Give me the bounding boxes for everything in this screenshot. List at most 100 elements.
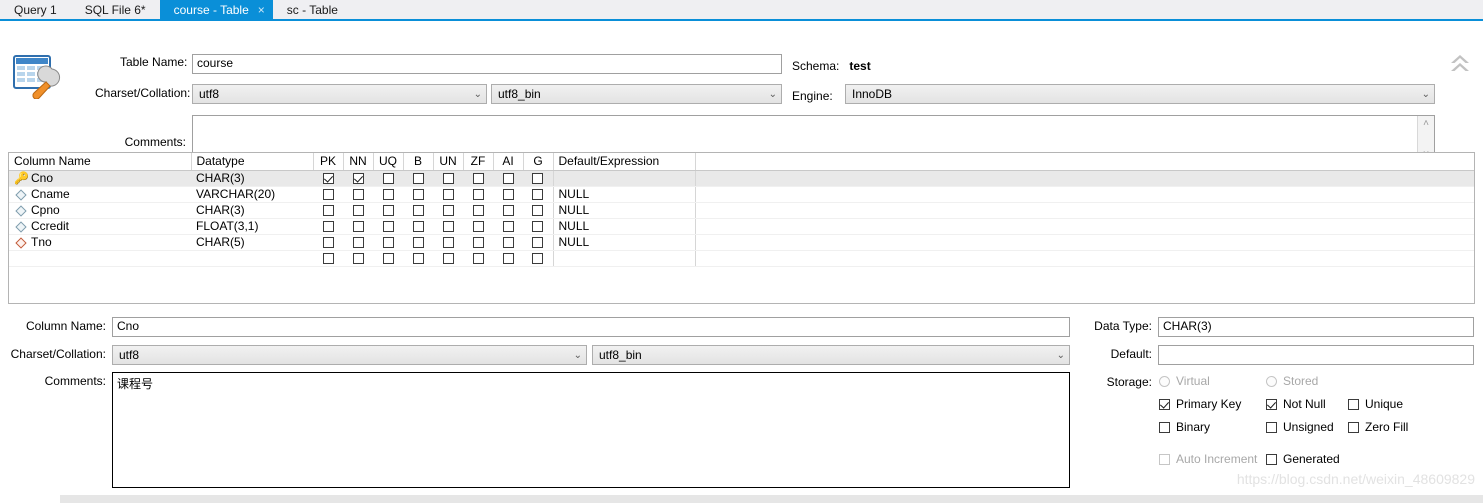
checkbox-ai[interactable]: [502, 173, 514, 185]
header-default-expression[interactable]: Default/Expression: [552, 153, 696, 171]
cell-flag-ai[interactable]: [493, 218, 523, 235]
option-generated[interactable]: Generated: [1266, 452, 1340, 466]
checkbox-uq[interactable]: [382, 173, 394, 185]
cell-flag-zf[interactable]: [463, 202, 493, 219]
cell-column-name[interactable]: 🔑 Cno: [9, 170, 191, 187]
table-collation-select[interactable]: utf8_bin ⌄: [491, 84, 782, 104]
radio-virtual[interactable]: [1159, 375, 1170, 387]
checkbox-zf[interactable]: [472, 189, 484, 201]
checkbox-nn[interactable]: [352, 205, 364, 217]
cell-datatype[interactable]: CHAR(5): [191, 234, 313, 251]
detail-column-name-input[interactable]: Cno: [112, 317, 1070, 337]
checkbox-unique[interactable]: [1348, 398, 1359, 410]
option-primary-key[interactable]: Primary Key: [1159, 397, 1241, 411]
option-stored[interactable]: Stored: [1266, 374, 1318, 388]
table-row[interactable]: 🔑 Cno CHAR(3): [9, 170, 1474, 187]
checkbox-zf[interactable]: [472, 237, 484, 249]
checkbox-auto-increment[interactable]: [1159, 453, 1170, 465]
cell-default-expression[interactable]: NULL: [552, 202, 696, 219]
chevron-double-up-icon[interactable]: [1447, 51, 1473, 75]
cell-flag-un[interactable]: [433, 170, 463, 187]
checkbox-nn[interactable]: [352, 173, 364, 185]
checkbox-b[interactable]: [412, 221, 424, 233]
checkbox-g[interactable]: [532, 221, 544, 233]
checkbox-zf[interactable]: [472, 253, 484, 265]
header-zf[interactable]: ZF: [463, 153, 494, 171]
checkbox-nn[interactable]: [352, 253, 364, 265]
cell-datatype[interactable]: CHAR(3): [191, 202, 313, 219]
checkbox-uq[interactable]: [382, 189, 394, 201]
checkbox-pk[interactable]: [322, 205, 334, 217]
table-name-input[interactable]: course: [192, 54, 782, 74]
checkbox-not-null[interactable]: [1266, 398, 1277, 410]
option-virtual[interactable]: Virtual: [1159, 374, 1210, 388]
cell-default-expression[interactable]: [552, 170, 696, 187]
detail-charset-select[interactable]: utf8 ⌄: [112, 345, 587, 365]
header-b[interactable]: B: [403, 153, 434, 171]
table-row[interactable]: Tno CHAR(5) NULL: [9, 234, 1474, 251]
cell-flag-b[interactable]: [403, 218, 433, 235]
cell-flag-un[interactable]: [433, 218, 463, 235]
cell-column-name[interactable]: [9, 250, 191, 267]
checkbox-nn[interactable]: [352, 221, 364, 233]
cell-flag-ai[interactable]: [493, 186, 523, 203]
cell-flag-un[interactable]: [433, 250, 463, 267]
cell-default-expression[interactable]: NULL: [552, 218, 696, 235]
checkbox-un[interactable]: [442, 253, 454, 265]
cell-flag-un[interactable]: [433, 234, 463, 251]
cell-datatype[interactable]: FLOAT(3,1): [191, 218, 313, 235]
header-column-name[interactable]: Column Name: [9, 153, 192, 171]
cell-default-expression[interactable]: [552, 250, 696, 267]
cell-flag-g[interactable]: [523, 218, 553, 235]
cell-column-name[interactable]: Ccredit: [9, 218, 191, 235]
cell-flag-uq[interactable]: [373, 170, 403, 187]
checkbox-zf[interactable]: [472, 173, 484, 185]
header-nn[interactable]: NN: [343, 153, 374, 171]
checkbox-binary[interactable]: [1159, 421, 1170, 433]
cell-flag-un[interactable]: [433, 202, 463, 219]
option-unique[interactable]: Unique: [1348, 397, 1403, 411]
checkbox-b[interactable]: [412, 237, 424, 249]
checkbox-g[interactable]: [532, 205, 544, 217]
checkbox-g[interactable]: [532, 173, 544, 185]
checkbox-zf[interactable]: [472, 221, 484, 233]
checkbox-ai[interactable]: [502, 205, 514, 217]
cell-flag-g[interactable]: [523, 234, 553, 251]
data-type-input[interactable]: CHAR(3): [1158, 317, 1474, 337]
tab-sc-table[interactable]: sc - Table: [273, 0, 352, 19]
checkbox-zero-fill[interactable]: [1348, 421, 1359, 433]
checkbox-unsigned[interactable]: [1266, 421, 1277, 433]
cell-datatype[interactable]: CHAR(3): [191, 170, 313, 187]
cell-flag-b[interactable]: [403, 202, 433, 219]
cell-flag-b[interactable]: [403, 186, 433, 203]
engine-select[interactable]: InnoDB ⌄: [845, 84, 1435, 104]
option-not-null[interactable]: Not Null: [1266, 397, 1326, 411]
cell-flag-g[interactable]: [523, 186, 553, 203]
checkbox-ai[interactable]: [502, 253, 514, 265]
checkbox-primary-key[interactable]: [1159, 398, 1170, 410]
checkbox-nn[interactable]: [352, 189, 364, 201]
cell-flag-b[interactable]: [403, 250, 433, 267]
table-row[interactable]: Ccredit FLOAT(3,1) NULL: [9, 218, 1474, 235]
cell-flag-nn[interactable]: [343, 234, 373, 251]
scroll-up-icon[interactable]: ˄: [1423, 118, 1429, 129]
cell-flag-zf[interactable]: [463, 250, 493, 267]
option-zero-fill[interactable]: Zero Fill: [1348, 420, 1408, 434]
checkbox-g[interactable]: [532, 189, 544, 201]
header-un[interactable]: UN: [433, 153, 464, 171]
checkbox-uq[interactable]: [382, 205, 394, 217]
header-uq[interactable]: UQ: [373, 153, 404, 171]
checkbox-g[interactable]: [532, 237, 544, 249]
cell-flag-pk[interactable]: [313, 170, 343, 187]
tab-sql-file-6[interactable]: SQL File 6*: [71, 0, 160, 19]
cell-flag-nn[interactable]: [343, 186, 373, 203]
close-icon[interactable]: ×: [258, 4, 265, 16]
columns-grid[interactable]: Column Name Datatype PK NN UQ B UN ZF AI…: [8, 152, 1475, 304]
cell-datatype[interactable]: VARCHAR(20): [191, 186, 313, 203]
cell-flag-nn[interactable]: [343, 170, 373, 187]
checkbox-pk[interactable]: [322, 173, 334, 185]
tab-query-1[interactable]: Query 1: [0, 0, 71, 19]
cell-flag-g[interactable]: [523, 250, 553, 267]
checkbox-zf[interactable]: [472, 205, 484, 217]
cell-datatype[interactable]: [191, 250, 313, 267]
